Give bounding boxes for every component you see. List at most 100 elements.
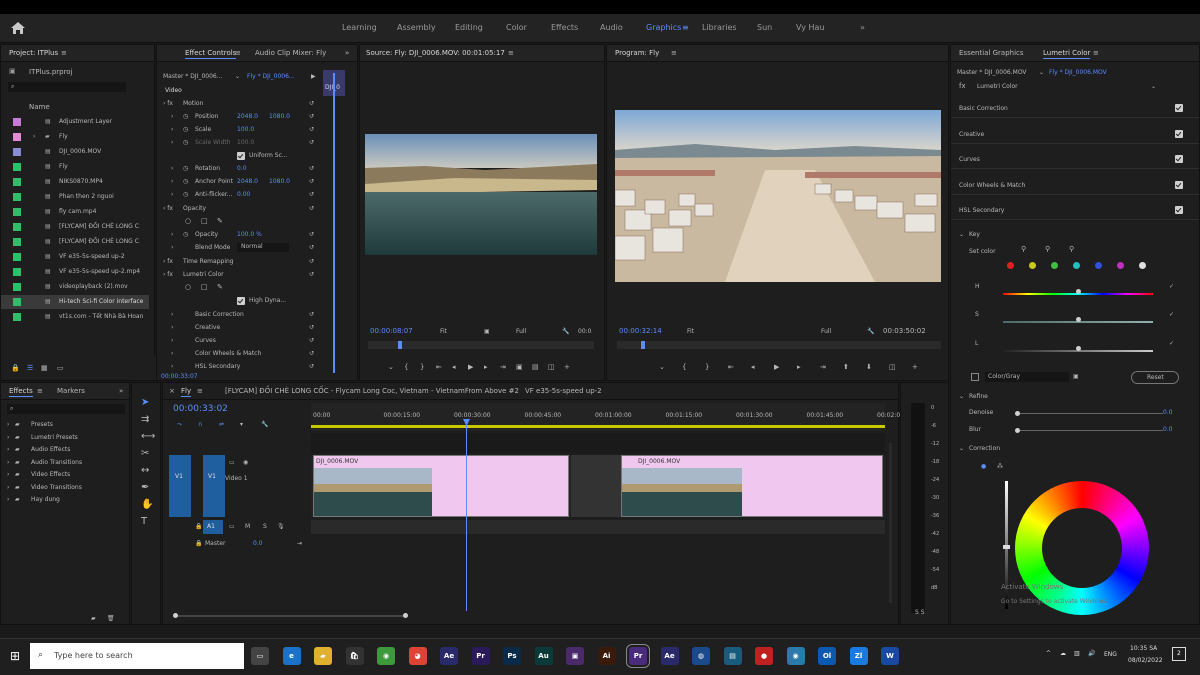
- chevron-right-icon[interactable]: ›: [171, 350, 173, 357]
- project-item[interactable]: ▤ [FLYCAM] ĐỒI CHÈ LONG C: [1, 235, 149, 249]
- list-view-icon[interactable]: ☰: [27, 364, 33, 372]
- chevron-right-icon[interactable]: ›: [171, 244, 173, 251]
- effect-controls-tab[interactable]: Effect Controls: [185, 49, 237, 59]
- reset-icon[interactable]: ↺: [309, 244, 314, 251]
- reset-icon[interactable]: ↺: [309, 311, 314, 318]
- clock-time[interactable]: 10:35 SA: [1130, 645, 1157, 652]
- panel-menu-icon[interactable]: ≡: [671, 49, 677, 57]
- add-button-icon[interactable]: +: [564, 363, 570, 371]
- reset-icon[interactable]: ↺: [309, 258, 314, 265]
- timeline-tab-flycam[interactable]: [FLYCAM] ĐỒI CHÈ LONG CỐC - Flycam Long …: [225, 387, 519, 395]
- workspace-libraries[interactable]: Libraries: [702, 23, 737, 32]
- more-tabs-icon[interactable]: »: [345, 49, 349, 57]
- photoshop-icon[interactable]: Ps: [503, 647, 521, 665]
- chevron-down-icon[interactable]: ⌄: [235, 73, 240, 80]
- reset-icon[interactable]: ↺: [309, 191, 314, 198]
- more-workspaces-icon[interactable]: »: [860, 23, 865, 32]
- chevron-right-icon[interactable]: ›: [7, 434, 9, 441]
- reset-icon[interactable]: ↺: [309, 178, 314, 185]
- workspace-assembly[interactable]: Assembly: [397, 23, 436, 32]
- panel-menu-icon[interactable]: ≡: [508, 49, 514, 57]
- project-item[interactable]: ▤ VF e35-5s-speed up-2.mp4: [1, 265, 149, 279]
- ellipse-mask-icon[interactable]: ○: [185, 217, 191, 225]
- reset-icon[interactable]: ↺: [309, 205, 314, 212]
- step-forward-icon[interactable]: ▸: [484, 363, 488, 371]
- snap-icon[interactable]: ∩: [198, 421, 202, 428]
- stopwatch-icon[interactable]: ◷: [183, 126, 188, 133]
- color-preset-swatch[interactable]: [1139, 262, 1146, 269]
- project-item[interactable]: ▤ vt1s.com - Tết Nhà Bà Hoan: [1, 310, 149, 324]
- label-color-swatch[interactable]: [13, 223, 21, 231]
- source-scrubber[interactable]: [368, 341, 594, 349]
- go-to-end-icon[interactable]: ⇥: [297, 540, 302, 547]
- lumetri-section-label[interactable]: Curves: [959, 156, 980, 163]
- invert-mask-icon[interactable]: ▣: [1073, 373, 1079, 380]
- audio-mixer-tab[interactable]: Audio Clip Mixer: Fly: [255, 49, 326, 57]
- chevron-right-icon[interactable]: ›: [171, 311, 173, 318]
- ec-opacity_row-value[interactable]: 100.0 %: [237, 231, 262, 238]
- media-encoder-icon[interactable]: ▣: [566, 647, 584, 665]
- selection-tool-icon[interactable]: ➤: [141, 397, 149, 408]
- reset-icon[interactable]: ↺: [309, 324, 314, 331]
- workspace-sun[interactable]: Sun: [757, 23, 772, 32]
- source-fit-dropdown[interactable]: Fit: [440, 328, 447, 335]
- ec-scale-value[interactable]: 100.0: [237, 126, 254, 133]
- section-enable-checkbox[interactable]: [1175, 206, 1183, 214]
- mute-button[interactable]: M: [245, 523, 250, 530]
- program-timecode[interactable]: 00:00:32:14: [619, 327, 662, 335]
- label-color-swatch[interactable]: [13, 313, 21, 321]
- icon-view-icon[interactable]: ▦: [41, 364, 48, 372]
- section-enable-checkbox[interactable]: [1175, 129, 1183, 138]
- export-frame-icon[interactable]: ◫: [889, 363, 896, 371]
- mark-in-icon[interactable]: {: [682, 363, 686, 371]
- label-color-swatch[interactable]: [13, 193, 21, 201]
- checkbox[interactable]: [237, 152, 245, 160]
- reset-icon[interactable]: ↺: [309, 363, 314, 370]
- track-select-icon[interactable]: ⇉: [141, 414, 149, 425]
- workspace-audio[interactable]: Audio: [600, 23, 623, 32]
- rect-mask-icon[interactable]: □: [201, 217, 208, 225]
- ec-position-value-y[interactable]: 1080.0: [269, 113, 290, 120]
- lumetri-section-label[interactable]: Basic Correction: [959, 105, 1008, 112]
- lumetri-section-label[interactable]: Creative: [959, 131, 984, 138]
- program-fit-dropdown[interactable]: Fit: [687, 328, 694, 335]
- go-to-in-icon[interactable]: ⇤: [436, 363, 442, 371]
- workspace-editing[interactable]: Editing: [455, 23, 483, 32]
- slip-tool-icon[interactable]: ↔: [141, 465, 149, 476]
- chevron-right-icon[interactable]: ›: [171, 178, 173, 185]
- essential-graphics-tab[interactable]: Essential Graphics: [959, 49, 1024, 57]
- color-preset-swatch[interactable]: [1007, 262, 1014, 269]
- pen-mask-icon[interactable]: ✎: [217, 217, 223, 225]
- timeline-clip-2[interactable]: DJI_0006.MOV: [621, 455, 883, 517]
- workspace-effects[interactable]: Effects: [551, 23, 578, 32]
- mark-in-icon[interactable]: {: [404, 363, 408, 371]
- denoise-value[interactable]: 0.0: [1163, 409, 1173, 416]
- chevron-right-icon[interactable]: ›: [171, 324, 173, 331]
- label-color-swatch[interactable]: [13, 163, 21, 171]
- master-clip[interactable]: Master * DJI_0006...: [163, 73, 222, 80]
- denoise-slider[interactable]: [1019, 413, 1163, 414]
- insert-icon[interactable]: ▣: [516, 363, 523, 371]
- step-forward-icon[interactable]: ▸: [797, 363, 801, 371]
- label-color-swatch[interactable]: [13, 283, 21, 291]
- source-quality-dropdown[interactable]: Full: [516, 328, 526, 335]
- mark-out-icon[interactable]: }: [705, 363, 709, 371]
- timeline-zoom-scrollbar[interactable]: [173, 613, 408, 618]
- solo-button[interactable]: S: [263, 523, 267, 530]
- lumetri-section-label[interactable]: Color Wheels & Match: [959, 182, 1025, 189]
- chevron-right-icon[interactable]: ›: [7, 484, 9, 491]
- trash-icon[interactable]: 🗑: [107, 615, 115, 622]
- more-tabs-icon[interactable]: »: [119, 387, 123, 395]
- export-frame-icon[interactable]: ◫: [548, 363, 555, 371]
- timeline-gap[interactable]: [571, 455, 621, 517]
- ec-anchor-value-y[interactable]: 1080.0: [269, 178, 290, 185]
- timeline-clip-1[interactable]: DJI_0006.MOV: [313, 455, 569, 517]
- panel-menu-icon[interactable]: ≡: [61, 49, 67, 57]
- add-marker-icon[interactable]: ⌄: [659, 363, 665, 371]
- program-scrubber[interactable]: [617, 341, 941, 349]
- close-icon[interactable]: ×: [169, 387, 175, 395]
- eyedropper-minus-icon[interactable]: ⚲: [1069, 245, 1074, 253]
- chrome-icon[interactable]: ◕: [408, 647, 427, 665]
- linked-select-icon[interactable]: ⇌: [219, 421, 224, 428]
- project-search-input[interactable]: ⌕: [8, 82, 126, 92]
